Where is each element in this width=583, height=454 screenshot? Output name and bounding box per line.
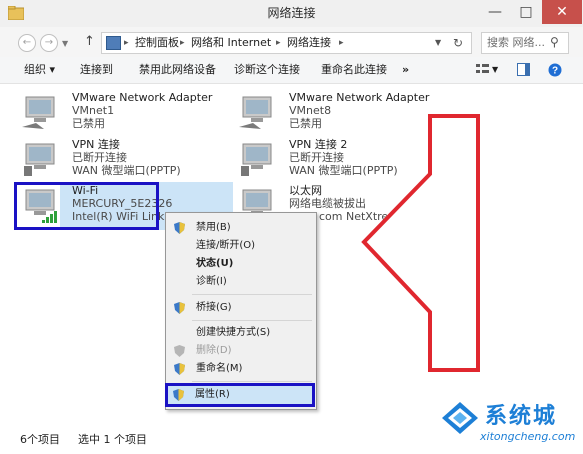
address-dropdown-icon[interactable]: ▼ <box>435 33 441 53</box>
item-detail: VMnet1 <box>72 104 115 117</box>
item-name: 以太网 <box>289 184 322 197</box>
item-status: WAN 微型端口(PPTP) <box>72 164 181 177</box>
item-detail: 网络电缆被拔出 <box>289 197 366 210</box>
up-button[interactable]: ↑ <box>84 34 95 49</box>
item-status: 已禁用 <box>72 117 105 130</box>
vpn-connection-icon <box>24 143 55 176</box>
menu-item-status[interactable]: 状态(U) <box>166 255 316 273</box>
search-input[interactable]: 搜索 网络... ⚲ <box>481 32 569 54</box>
watermark-url: xitongcheng.com <box>480 430 576 443</box>
watermark-text: 系统城 <box>485 404 558 429</box>
address-box[interactable]: ▸ 控制面板 ▸ 网络和 Internet ▸ 网络连接 ▸ ▼ ↻ <box>101 32 472 54</box>
back-button[interactable]: ← <box>18 34 36 52</box>
menu-item-bridge[interactable]: 桥接(G) <box>166 299 316 317</box>
breadcrumb-separator-icon[interactable]: ▸ <box>124 33 129 53</box>
refresh-icon[interactable]: ↻ <box>453 33 463 53</box>
maximize-button[interactable]: □ <box>511 0 541 24</box>
connect-to-button[interactable]: 连接到 <box>80 57 113 83</box>
item-name: VMware Network Adapter <box>72 91 213 104</box>
menu-separator <box>192 294 312 295</box>
menu-item-create-shortcut[interactable]: 创建快捷方式(S) <box>166 324 316 342</box>
diagnose-button[interactable]: 诊断这个连接 <box>234 57 300 83</box>
command-bar: 组织 ▾ 连接到 禁用此网络设备 诊断这个连接 重命名此连接 » ▼ ? <box>0 57 583 84</box>
forward-button[interactable]: → <box>40 34 58 52</box>
search-placeholder: 搜索 网络... <box>487 36 545 49</box>
disable-device-button[interactable]: 禁用此网络设备 <box>139 57 216 83</box>
svg-text:?: ? <box>552 66 558 77</box>
item-name: VPN 连接 <box>72 138 120 151</box>
menu-item-label: 属性(R) <box>195 389 230 400</box>
item-detail: VMnet8 <box>289 104 332 117</box>
menu-item-label: 删除(D) <box>196 345 232 356</box>
item-count: 6个项目 <box>20 433 60 446</box>
help-icon[interactable]: ? <box>548 63 562 77</box>
shield-icon <box>173 389 184 401</box>
item-detail: 已断开连接 <box>289 151 344 164</box>
menu-item-label: 禁用(B) <box>196 222 231 233</box>
more-commands-button[interactable]: » <box>402 57 409 83</box>
menu-separator <box>192 381 312 382</box>
address-bar: ← → ▼ ↑ ▸ 控制面板 ▸ 网络和 Internet ▸ 网络连接 ▸ ▼… <box>0 27 583 57</box>
organize-button[interactable]: 组织 ▾ <box>24 57 55 83</box>
selected-count: 选中 1 个项目 <box>78 433 147 446</box>
menu-item-label: 状态(U) <box>196 258 234 269</box>
breadcrumb-control-panel[interactable]: 控制面板 <box>135 33 179 53</box>
network-adapter-icon <box>22 96 55 129</box>
network-adapter-icon <box>239 96 272 129</box>
network-item-vpn[interactable]: VPN 连接 已断开连接 WAN 微型端口(PPTP) <box>20 138 220 180</box>
minimize-button[interactable]: — <box>480 0 510 24</box>
menu-item-label: 连接/断开(O) <box>196 240 256 251</box>
shield-icon <box>174 302 185 314</box>
control-panel-icon <box>106 36 121 50</box>
menu-item-delete[interactable]: 删除(D) <box>166 342 316 360</box>
close-button[interactable]: ✕ <box>542 0 582 24</box>
menu-separator <box>192 320 312 321</box>
context-menu: 禁用(B) 连接/断开(O) 状态(U) 诊断(I) 桥接(G) 创建快捷方式(… <box>165 212 317 410</box>
wifi-highlight-box <box>14 182 159 230</box>
search-icon[interactable]: ⚲ <box>550 35 559 49</box>
menu-item-label: 重命名(M) <box>196 363 243 374</box>
view-options-icon[interactable] <box>476 63 489 76</box>
item-name: VMware Network Adapter <box>289 91 430 104</box>
menu-item-label: 诊断(I) <box>196 276 227 287</box>
item-status: 已禁用 <box>289 117 322 130</box>
shield-icon <box>174 345 185 357</box>
title-bar: 网络连接 — □ ✕ <box>0 0 583 28</box>
breadcrumb-network-connections[interactable]: 网络连接 <box>287 33 331 53</box>
breadcrumb-separator-icon[interactable]: ▸ <box>180 33 185 53</box>
item-detail: 已断开连接 <box>72 151 127 164</box>
network-item-vmnet1[interactable]: VMware Network Adapter VMnet1 已禁用 <box>20 91 220 133</box>
menu-item-label: 创建快捷方式(S) <box>196 327 271 338</box>
menu-item-disable[interactable]: 禁用(B) <box>166 219 316 237</box>
menu-item-rename[interactable]: 重命名(M) <box>166 360 316 378</box>
vpn-connection-icon <box>241 143 272 176</box>
breadcrumb-separator-icon[interactable]: ▸ <box>276 33 281 53</box>
menu-item-properties[interactable]: 属性(R) <box>165 386 315 404</box>
shield-icon <box>174 363 185 375</box>
watermark-logo-icon <box>442 402 478 434</box>
breadcrumb-separator-icon[interactable]: ▸ <box>339 33 344 53</box>
rename-button[interactable]: 重命名此连接 <box>321 57 387 83</box>
menu-item-diagnose[interactable]: 诊断(I) <box>166 273 316 291</box>
history-dropdown-icon[interactable]: ▼ <box>62 39 68 48</box>
arrow-left-annotation-icon <box>361 114 480 372</box>
menu-item-connect-disconnect[interactable]: 连接/断开(O) <box>166 237 316 255</box>
item-name: VPN 连接 2 <box>289 138 348 151</box>
watermark: 系统城 xitongcheng.com <box>440 392 580 448</box>
preview-pane-icon[interactable] <box>517 63 530 76</box>
shield-icon <box>174 222 185 234</box>
breadcrumb-network-internet[interactable]: 网络和 Internet <box>191 33 271 53</box>
menu-item-label: 桥接(G) <box>196 302 232 313</box>
view-dropdown-icon[interactable]: ▼ <box>492 57 498 83</box>
